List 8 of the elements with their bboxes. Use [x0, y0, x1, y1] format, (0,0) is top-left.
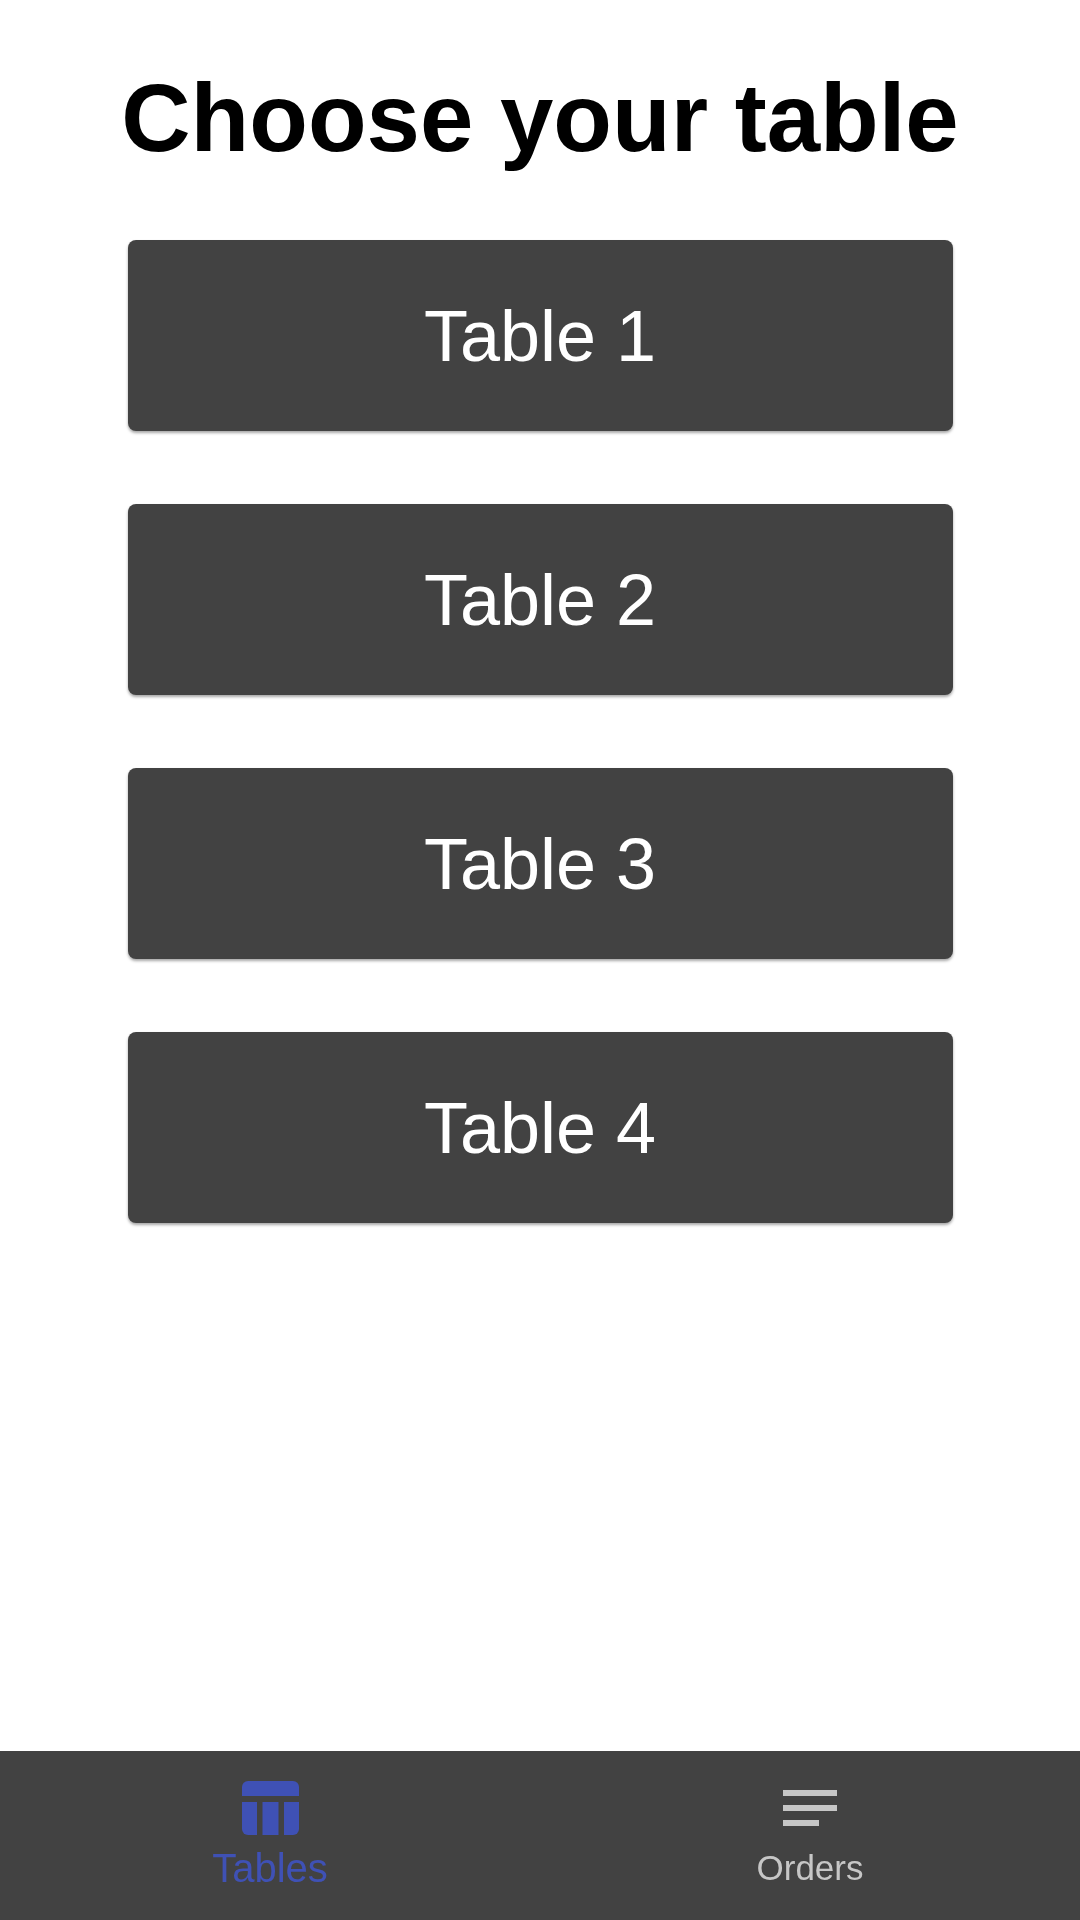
- table-button[interactable]: Table 1: [127, 240, 953, 432]
- table-icon: [241, 1781, 299, 1835]
- nav-tab[interactable]: Orders: [540, 1751, 1080, 1920]
- table-button[interactable]: Table 2: [127, 504, 953, 696]
- table-button[interactable]: Table 3: [127, 768, 953, 960]
- page-title: Choose your table: [121, 63, 959, 173]
- table-button[interactable]: Table 4: [127, 1032, 953, 1224]
- list-lines-icon: [783, 1790, 837, 1826]
